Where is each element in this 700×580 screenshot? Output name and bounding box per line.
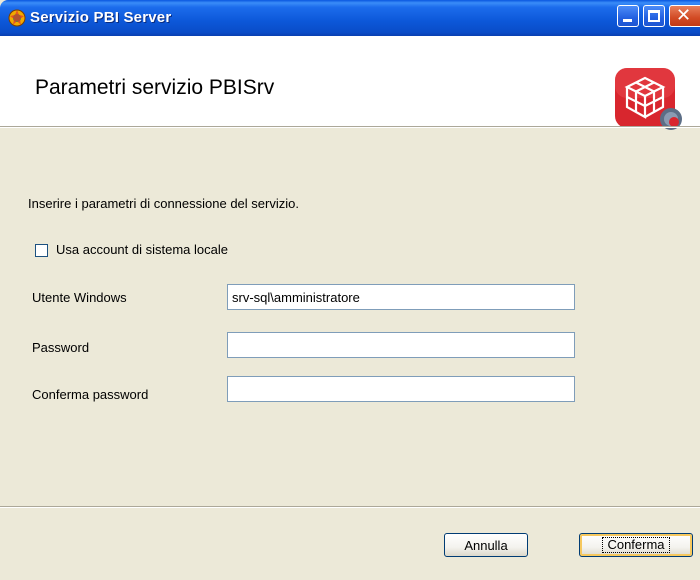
minimize-icon [623,19,632,22]
confirm-button-label: Conferma [602,537,670,553]
title-bar[interactable]: Servizio PBI Server ✕ [0,0,700,36]
windows-user-label: Utente Windows [32,290,127,305]
window-title: Servizio PBI Server [30,9,172,26]
intro-text: Inserire i parametri di connessione del … [28,196,299,211]
confirm-password-label: Conferma password [32,387,149,402]
footer-divider [0,506,700,508]
pbi-app-icon [8,9,26,27]
confirm-button[interactable]: Conferma [579,533,693,557]
confirm-password-input[interactable] [227,376,575,402]
minimize-button[interactable] [617,5,639,27]
dialog-window: Servizio PBI Server ✕ Parametri servizio… [0,0,700,580]
maximize-button[interactable] [643,5,665,27]
maximize-icon [648,10,660,22]
windows-user-input[interactable] [227,284,575,310]
local-account-checkbox[interactable] [35,244,48,257]
cancel-button[interactable]: Annulla [444,533,528,557]
pbi-service-logo [615,68,682,130]
password-input[interactable] [227,332,575,358]
close-button[interactable]: ✕ [669,5,700,27]
page-title: Parametri servizio PBISrv [35,76,275,99]
header-divider [0,126,700,128]
local-account-label[interactable]: Usa account di sistema locale [56,242,228,257]
close-icon: ✕ [676,5,692,26]
password-label: Password [32,340,90,355]
